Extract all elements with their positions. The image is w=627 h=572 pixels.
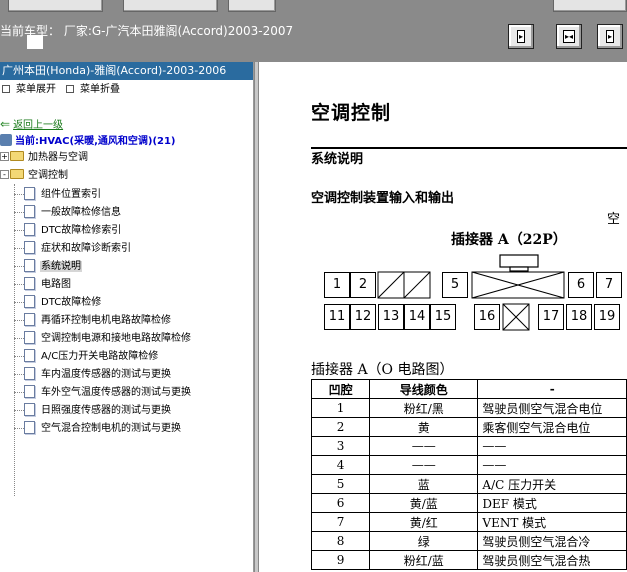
document-icon <box>24 259 35 272</box>
menu-expand-link[interactable]: 菜单展开 <box>16 84 56 95</box>
tree-item[interactable]: A/C压力开关电路故障检修 <box>14 349 159 364</box>
collapse-icon <box>66 85 74 93</box>
header-cavity: 凹腔 <box>310 379 371 399</box>
header-signal: - <box>477 379 627 399</box>
top-toolbar: 当前车型： 厂家:G-广汽本田雅阁(Accord)2003-2007 ▸ ▸◂ … <box>0 0 627 62</box>
document-icon <box>24 313 35 326</box>
table-row: 5 蓝 A/C 压力开关 <box>310 474 627 494</box>
pin-table: 凹腔 导线颜色 - 1 粉红/黑 驾驶员侧空气混合电位 2 黄乘客侧空气混合电位 3—… <box>310 379 627 570</box>
table-row: 4 —— —— <box>310 455 627 475</box>
document-icon <box>24 187 35 200</box>
folder-icon <box>10 151 24 161</box>
toolbar-button-2[interactable] <box>123 0 218 12</box>
tree-item[interactable]: 组件位置索引 <box>14 187 102 202</box>
next-page-button[interactable]: ▸ <box>597 24 623 49</box>
document-icon <box>24 385 35 398</box>
table-row: 8 绿驾驶员侧空气混合冷 <box>310 531 627 551</box>
current-category: 当前:HVAC(采暖,通风和空调)(21) <box>0 134 176 149</box>
menu-collapse-link[interactable]: 菜单折叠 <box>80 84 120 95</box>
pin-2: 2 <box>350 272 376 298</box>
document-icon <box>24 205 35 218</box>
toolbar-button-4[interactable] <box>553 0 627 12</box>
toolbar-button-3[interactable] <box>228 0 276 12</box>
table-row: 9 粉红/蓝 驾驶员侧空气混合热 <box>310 550 627 570</box>
pin-13: 13 <box>378 304 404 330</box>
pin-16: 16 <box>474 304 500 330</box>
tree-item[interactable]: DTC故障检修索引 <box>14 223 122 238</box>
model-indicator <box>27 35 43 49</box>
header-wire-color: 导线颜色 <box>369 379 479 399</box>
document-icon <box>24 241 35 254</box>
table-row: 7 黄/红 VENT 模式 <box>310 512 627 532</box>
sidebar-title: 广州本田(Honda)-雅阁(Accord)-2003-2006 <box>0 62 253 80</box>
back-arrow-icon: ⇐ <box>0 117 11 131</box>
tree-item[interactable]: 车内温度传感器的测试与更换 <box>14 367 172 382</box>
document-icon <box>24 367 35 380</box>
tree-item[interactable]: 空气混合控制电机的测试与更换 <box>14 421 182 436</box>
pin-1: 1 <box>324 272 350 298</box>
tree-item[interactable]: 日照强度传感器的测试与更换 <box>14 403 172 418</box>
menu-operations: 菜单展开 菜单折叠 <box>0 80 253 100</box>
computer-icon <box>0 134 12 146</box>
section-heading: 系统说明 <box>311 152 364 167</box>
document-icon <box>24 295 35 308</box>
tree-item[interactable]: DTC故障检修 <box>14 295 102 310</box>
pin-12: 12 <box>350 304 376 330</box>
tree-item[interactable]: 一般故障检修信息 <box>14 205 122 220</box>
pin-5: 5 <box>442 272 468 298</box>
cutoff-text: 空 <box>607 212 621 227</box>
document-view: 空调控制 系统说明 空调控制装置输入和输出 空 插接器 A（22P） 1 2 5… <box>259 62 627 572</box>
document-icon <box>24 223 35 236</box>
table-header-row: 凹腔 导线颜色 - <box>310 379 627 399</box>
tree-folder-ac-control[interactable]: - 空调控制 <box>0 169 68 183</box>
expand-toggle-icon[interactable]: + <box>0 152 9 161</box>
skip-page-icon: ▸◂ <box>562 30 576 43</box>
folder-open-icon <box>10 169 24 179</box>
document-icon <box>24 349 35 362</box>
pin-19: 19 <box>594 304 620 330</box>
pin-15: 15 <box>430 304 456 330</box>
toolbar-button-1[interactable] <box>8 0 103 12</box>
next-page-icon: ▸ <box>605 30 614 43</box>
table-row: 6 黄/蓝 DEF 模式 <box>310 493 627 513</box>
table-row: 1 粉红/黑 驾驶员侧空气混合电位 <box>310 398 627 418</box>
document-icon <box>24 331 35 344</box>
table-row: 3 —— —— <box>310 436 627 456</box>
document-icon <box>24 277 35 290</box>
back-link[interactable]: ⇐ 返回上一级 <box>0 117 63 133</box>
connector-title: 插接器 A（22P） <box>451 232 567 248</box>
tree-item-selected[interactable]: 系统说明 <box>14 259 82 274</box>
pin-18: 18 <box>566 304 592 330</box>
tree-item[interactable]: 空调控制电源和接地电路故障检修 <box>14 331 192 346</box>
sidebar: 广州本田(Honda)-雅阁(Accord)-2003-2006 菜单展开 菜单折… <box>0 62 254 572</box>
collapse-toggle-icon[interactable]: - <box>0 170 9 179</box>
pin-14: 14 <box>404 304 430 330</box>
tree-item[interactable]: 车外空气温度传感器的测试与更换 <box>14 385 192 400</box>
pin-11: 11 <box>324 304 350 330</box>
document-icon <box>24 421 35 434</box>
pin-17: 17 <box>538 304 564 330</box>
pin-7: 7 <box>596 272 622 298</box>
table-caption: 插接器 A（O 电路图） <box>311 362 454 378</box>
page-title: 空调控制 <box>311 102 392 124</box>
tree-item[interactable]: 电路图 <box>14 277 72 292</box>
current-model-label: 当前车型： 厂家:G-广汽本田雅阁(Accord)2003-2007 <box>0 24 294 38</box>
expand-icon <box>2 85 10 93</box>
section-subheading: 空调控制装置输入和输出 <box>311 191 455 206</box>
pin-6: 6 <box>568 272 594 298</box>
prev-page-button[interactable]: ▸ <box>508 24 534 49</box>
document-icon <box>24 403 35 416</box>
tree-folder-heater[interactable]: + 加热器与空调 <box>0 151 88 165</box>
tree-item[interactable]: 再循环控制电机电路故障检修 <box>14 313 172 328</box>
prev-page-icon: ▸ <box>516 30 525 43</box>
first-last-page-button[interactable]: ▸◂ <box>556 24 582 49</box>
table-row: 2 黄乘客侧空气混合电位 <box>310 417 627 437</box>
tree-item[interactable]: 症状和故障诊断索引 <box>14 241 132 256</box>
